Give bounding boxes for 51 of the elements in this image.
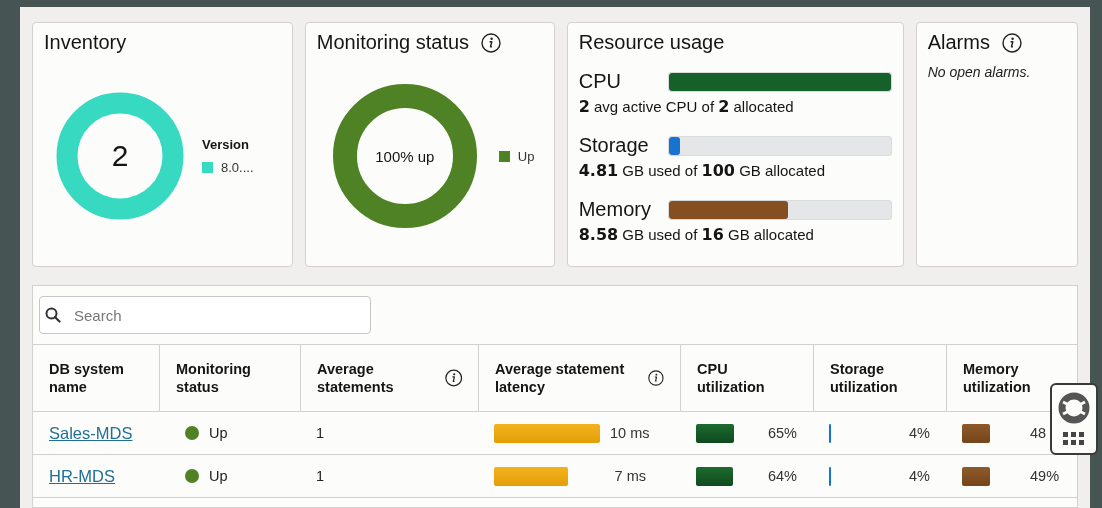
resource-name: CPU	[578, 70, 622, 93]
info-icon[interactable]	[1001, 32, 1022, 53]
utilization-value: 4%	[908, 468, 930, 484]
status-text: Up	[209, 425, 228, 441]
legend-label: Up	[517, 148, 535, 164]
legend-label: 8.0....	[221, 160, 254, 175]
help-widget[interactable]	[1050, 383, 1098, 455]
info-icon[interactable]	[481, 32, 502, 53]
utilization-bar	[696, 423, 734, 443]
usage-summary: 8.58 GB used of 16 GB allocated	[578, 225, 815, 244]
utilization-bar	[829, 423, 832, 443]
column-header[interactable]: Monitoring status	[159, 344, 300, 412]
search-icon	[45, 307, 61, 323]
card-title: Monitoring status	[316, 31, 470, 54]
search-field[interactable]: Search	[39, 296, 371, 334]
status-text: Up	[209, 468, 228, 484]
table-cell: 1	[316, 425, 325, 441]
resource-name: Storage	[578, 134, 650, 157]
column-header[interactable]: CPU utilization	[680, 344, 813, 412]
resource-name: Memory	[578, 198, 652, 221]
donut-center-label: 2	[111, 139, 129, 173]
info-icon[interactable]	[444, 368, 462, 388]
utilization-bar	[829, 466, 832, 486]
latency-value: 10 ms	[610, 425, 650, 441]
apps-grid-icon	[1063, 432, 1085, 446]
column-header[interactable]: Average statement latency	[478, 344, 680, 412]
card-title: Resource usage	[578, 31, 725, 54]
usage-summary: 4.81 GB used of 100 GB allocated	[578, 161, 827, 180]
legend-title: Version	[202, 137, 250, 152]
lifebuoy-icon	[1058, 392, 1090, 424]
utilization-value: 48	[1030, 425, 1048, 441]
table-cell: 1	[316, 468, 325, 484]
utilization-value: 4%	[908, 425, 930, 441]
utilization-value: 65%	[766, 425, 797, 441]
column-header[interactable]: DB system name	[33, 344, 159, 412]
card-title: Inventory	[44, 31, 127, 54]
utilization-bar	[696, 466, 734, 486]
utilization-value: 49%	[1030, 468, 1061, 484]
utilization-bar	[962, 466, 991, 486]
usage-summary: 2 avg active CPU of 2 allocated	[578, 97, 795, 116]
db-system-link[interactable]: Sales-MDS	[49, 423, 133, 443]
card-title: Alarms	[927, 31, 990, 54]
donut-center-label: 100% up	[375, 147, 435, 165]
column-header[interactable]: Storage utilization	[813, 344, 946, 412]
column-header[interactable]: Average statements	[300, 344, 478, 412]
latency-value: 7 ms	[613, 468, 646, 484]
db-system-link[interactable]: HR-MDS	[49, 466, 115, 486]
utilization-value: 64%	[766, 468, 797, 484]
info-icon[interactable]	[648, 368, 664, 388]
empty-message: No open alarms.	[927, 64, 1032, 80]
utilization-bar	[962, 423, 990, 443]
